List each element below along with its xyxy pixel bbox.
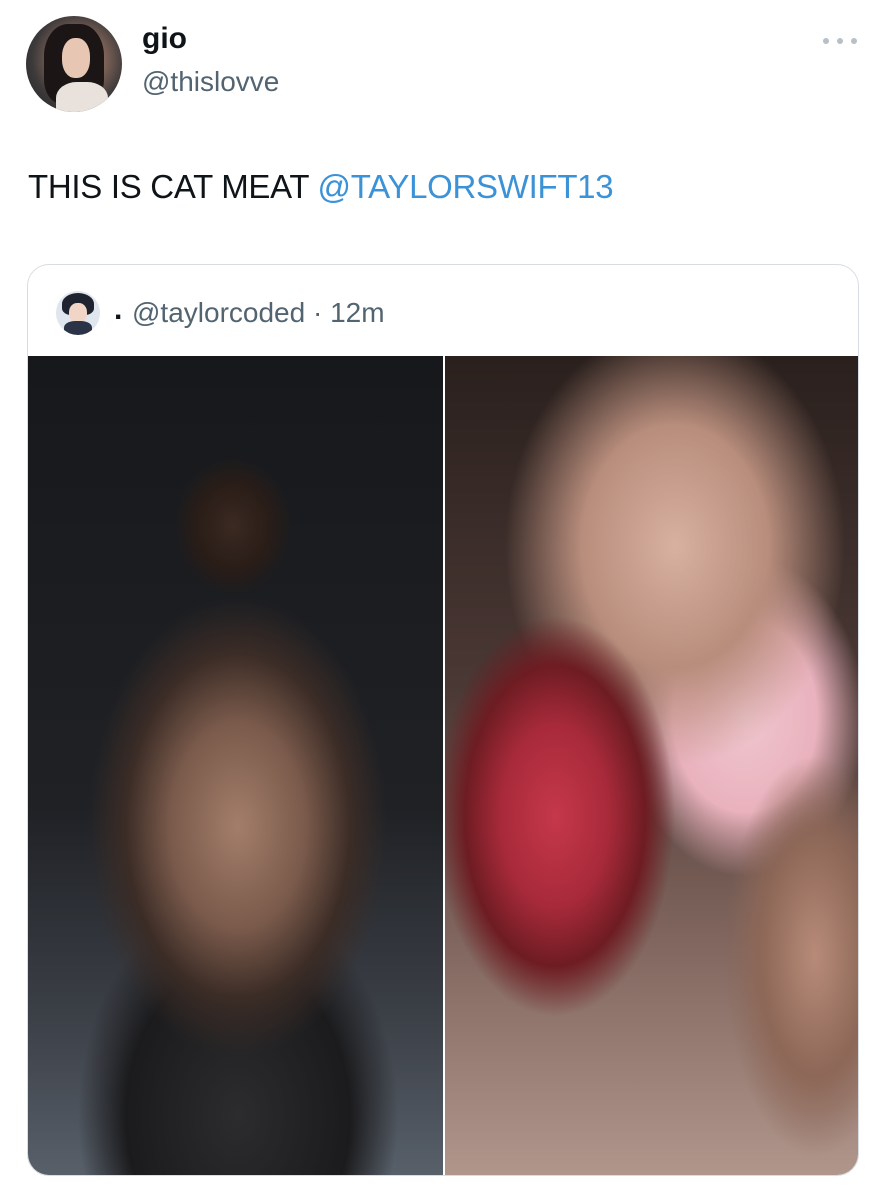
tweet-mention-link[interactable]: @TAYLORSWIFT13 (318, 168, 614, 205)
quoted-tweet-header: . @taylorcoded · 12m (28, 265, 858, 357)
quoted-photo-left[interactable] (28, 356, 443, 1175)
quoted-tweet-card[interactable]: . @taylorcoded · 12m (27, 264, 859, 1176)
quoted-avatar-face (69, 303, 87, 323)
quoted-author-name[interactable]: . (114, 293, 122, 327)
quoted-photo-right[interactable] (445, 356, 858, 1175)
more-dot (837, 38, 843, 44)
quoted-author-handle-time[interactable]: @taylorcoded · 12m (132, 297, 385, 329)
author-display-name[interactable]: gio (142, 22, 187, 56)
more-dot (823, 38, 829, 44)
author-avatar[interactable] (26, 16, 122, 112)
avatar-shoulder (56, 82, 108, 112)
author-handle[interactable]: @thislovve (142, 66, 279, 98)
quoted-avatar-body (64, 321, 92, 335)
more-options-icon[interactable] (823, 36, 857, 46)
avatar-face (62, 38, 90, 78)
quoted-author-avatar[interactable] (56, 291, 100, 335)
more-dot (851, 38, 857, 44)
tweet-text: THIS IS CAT MEAT @TAYLORSWIFT13 (28, 168, 614, 206)
tweet-text-body: THIS IS CAT MEAT (28, 168, 318, 205)
